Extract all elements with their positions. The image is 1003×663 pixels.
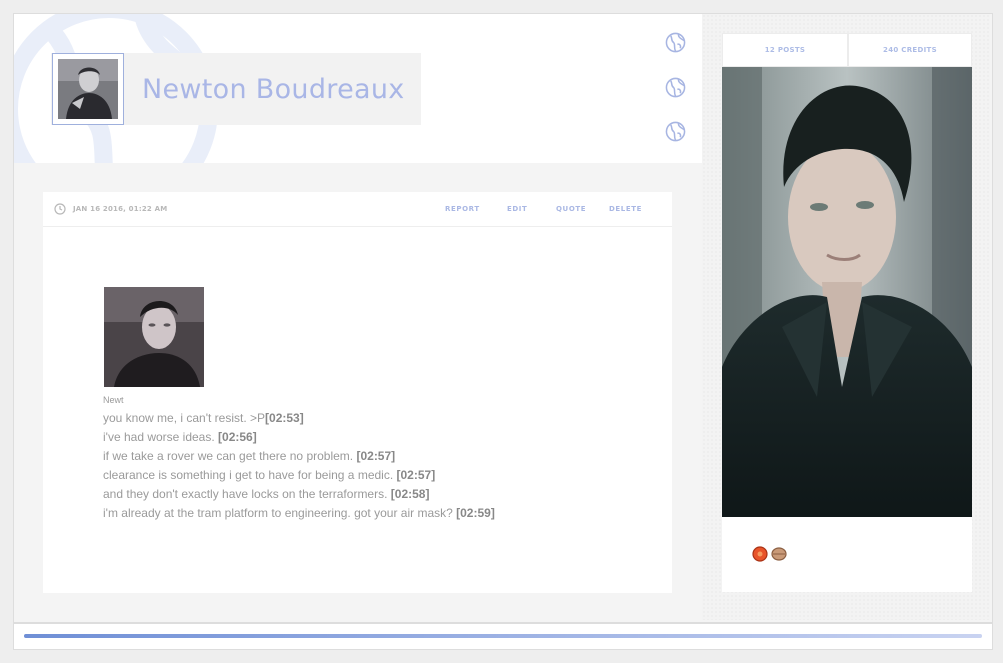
- tan-badge-icon[interactable]: [771, 546, 787, 562]
- credits-count[interactable]: 240 CREDITS: [848, 33, 972, 67]
- progress-fill: [24, 634, 982, 638]
- profile-sidebar: 12 POSTS 240 CREDITS: [702, 14, 990, 620]
- profile-header: Newton Boudreaux: [14, 14, 702, 163]
- post-card: JAN 16 2016, 01:22 AM REPORT EDIT QUOTE …: [43, 192, 672, 593]
- post-body: you know me, i can't resist. >P[02:53] i…: [103, 409, 495, 523]
- image-caption: Newt: [103, 395, 124, 405]
- message-line: and they don't exactly have locks on the…: [103, 487, 430, 501]
- post-image: [104, 287, 204, 387]
- delete-button[interactable]: DELETE: [609, 205, 642, 213]
- avatar[interactable]: [52, 53, 124, 125]
- globe-icon[interactable]: [665, 121, 686, 142]
- post-date: JAN 16 2016, 01:22 AM: [73, 205, 168, 213]
- globe-icon[interactable]: [665, 77, 686, 98]
- post-toolbar: JAN 16 2016, 01:22 AM REPORT EDIT QUOTE …: [43, 192, 672, 227]
- message-line: if we take a rover we can get there no p…: [103, 449, 396, 463]
- footer-bar: [13, 623, 993, 650]
- user-name: Newton Boudreaux: [142, 74, 405, 105]
- orange-badge-icon[interactable]: [752, 546, 768, 562]
- globe-icon[interactable]: [665, 32, 686, 53]
- message-line: you know me, i can't resist. >P[02:53]: [103, 411, 304, 425]
- clock-icon: [54, 203, 66, 215]
- message-line: i've had worse ideas. [02:56]: [103, 430, 257, 444]
- progress-track: [24, 634, 982, 638]
- quote-button[interactable]: QUOTE: [556, 205, 586, 213]
- portrait-image: [722, 67, 972, 517]
- avatar-photo: [58, 59, 118, 119]
- edit-button[interactable]: EDIT: [507, 205, 527, 213]
- message-line: clearance is something i get to have for…: [103, 468, 436, 482]
- badges-panel: [722, 517, 972, 592]
- posts-count[interactable]: 12 POSTS: [722, 33, 848, 67]
- message-line: i'm already at the tram platform to engi…: [103, 506, 495, 520]
- report-button[interactable]: REPORT: [445, 205, 480, 213]
